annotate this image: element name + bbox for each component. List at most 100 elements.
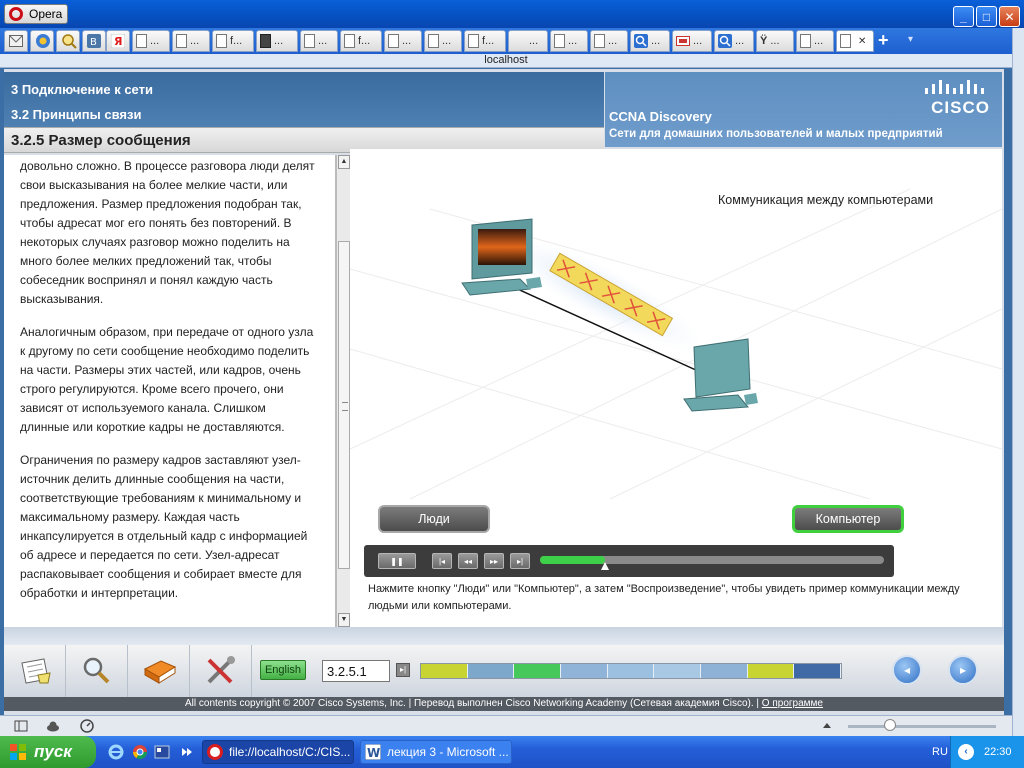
course-page: 3 Подключение к сети 3.2 Принципы связи … xyxy=(4,69,1004,715)
show-more-icon[interactable] xyxy=(178,744,194,760)
tab[interactable]: ... xyxy=(172,30,210,52)
tools-icon xyxy=(207,656,235,684)
start-button[interactable]: пуск xyxy=(0,736,96,768)
start-label: пуск xyxy=(34,742,72,761)
about-link[interactable]: О программе xyxy=(762,698,823,709)
tab-yandex[interactable]: Я xyxy=(106,30,130,52)
computer-receiver xyxy=(683,338,758,412)
scroll-down-arrow[interactable]: ▼ xyxy=(338,613,350,627)
tab[interactable]: ... xyxy=(256,30,298,52)
tab-active[interactable]: ✕ xyxy=(836,30,874,52)
tools-button[interactable] xyxy=(190,645,252,697)
opera-unite-status-icon[interactable] xyxy=(46,719,60,733)
text-scrollbar[interactable]: ▲ ▼ xyxy=(336,155,350,627)
tab-menu-button[interactable]: ▾ xyxy=(908,34,913,45)
rewind-to-start-button[interactable]: |◂ xyxy=(432,553,452,569)
tab[interactable]: ... xyxy=(132,30,170,52)
pause-button[interactable]: ❚❚ xyxy=(378,553,416,569)
close-tab-icon[interactable]: ✕ xyxy=(858,36,866,47)
turbo-speed-icon[interactable] xyxy=(80,719,94,733)
tab[interactable]: f... xyxy=(212,30,254,52)
tab[interactable]: ... xyxy=(714,30,754,52)
tab-mail[interactable] xyxy=(4,30,28,52)
tab-opera-unite[interactable] xyxy=(30,30,54,52)
tab-label: ... xyxy=(608,35,618,47)
copyright-footer: All contents copyright © 2007 Cisco Syst… xyxy=(4,697,1004,711)
glossary-button[interactable] xyxy=(4,645,66,697)
tab[interactable]: f... xyxy=(340,30,382,52)
page-icon xyxy=(344,34,355,48)
progress-segment[interactable] xyxy=(467,664,515,678)
people-button[interactable]: Люди xyxy=(378,505,490,533)
tab[interactable]: f... xyxy=(464,30,506,52)
course-progress-bar[interactable] xyxy=(420,663,842,679)
progress-segment[interactable] xyxy=(794,664,842,678)
page-number-input[interactable] xyxy=(322,660,390,682)
paragraph: Аналогичным образом, при передаче от одн… xyxy=(20,325,314,434)
zoom-slider-knob[interactable] xyxy=(884,719,896,731)
tab[interactable]: ... xyxy=(384,30,422,52)
progress-segment[interactable] xyxy=(421,664,468,678)
zoom-slider-track[interactable] xyxy=(848,725,996,728)
scroll-thumb[interactable] xyxy=(338,241,350,569)
playback-progress-track[interactable] xyxy=(540,556,884,570)
book-icon xyxy=(143,660,176,684)
progress-segment[interactable] xyxy=(607,664,655,678)
maximize-button[interactable]: □ xyxy=(976,6,997,27)
internet-explorer-icon[interactable] xyxy=(108,744,124,760)
course-header: 3 Подключение к сети 3.2 Принципы связи xyxy=(4,72,604,127)
close-window-button[interactable]: ✕ xyxy=(999,6,1020,27)
vk-icon: В xyxy=(87,34,101,48)
skip-to-end-button[interactable]: ▸| xyxy=(510,553,530,569)
tab-label: ... xyxy=(190,35,200,47)
chrome-icon[interactable] xyxy=(132,744,148,760)
tab-bar: В Я ... ... f... ... ... f... ... ... f.… xyxy=(0,28,1024,54)
chapter-title: 3 Подключение к сети xyxy=(11,82,153,97)
playback-progress-knob[interactable] xyxy=(601,562,610,570)
tab[interactable]: ... xyxy=(300,30,338,52)
taskbar-item-word[interactable]: W лекция 3 - Microsoft ... xyxy=(360,740,512,764)
progress-segment[interactable] xyxy=(561,664,608,678)
progress-segment[interactable] xyxy=(654,664,702,678)
minimize-button[interactable]: _ xyxy=(953,6,974,27)
tab-label: f... xyxy=(230,35,243,47)
paragraph: Ограничения по размеру кадров заставляют… xyxy=(20,453,308,600)
progress-segment[interactable] xyxy=(701,664,748,678)
tab[interactable]: ... xyxy=(672,30,712,52)
tab[interactable]: ... xyxy=(630,30,670,52)
playback-controls: ❚❚ |◂ ◂◂ ▸▸ ▸| xyxy=(364,545,894,577)
tab-label: ... xyxy=(318,35,328,47)
media-center-icon[interactable] xyxy=(154,744,170,760)
panel-toggle-icon[interactable] xyxy=(14,719,28,733)
zoom-menu-icon[interactable] xyxy=(820,719,834,733)
keyboard-language[interactable]: RU xyxy=(932,746,948,758)
tab[interactable]: ... xyxy=(508,30,548,52)
taskbar-item-opera[interactable]: file://localhost/C:/CIS... xyxy=(202,740,354,764)
scroll-up-arrow[interactable]: ▲ xyxy=(338,155,350,169)
tab[interactable]: ... xyxy=(550,30,588,52)
search-button[interactable] xyxy=(66,645,128,697)
go-to-page-button[interactable]: ▸| xyxy=(396,663,410,677)
progress-segment[interactable] xyxy=(514,664,562,678)
tab[interactable]: ... xyxy=(590,30,628,52)
progress-segment[interactable] xyxy=(747,664,795,678)
tab[interactable]: ... xyxy=(796,30,834,52)
tab-search[interactable] xyxy=(56,30,80,52)
computer-button[interactable]: Компьютер xyxy=(792,505,904,533)
text-panel[interactable]: довольно сложно. В процессе разговора лю… xyxy=(4,155,336,627)
opera-menu-button[interactable]: Opera xyxy=(4,4,68,24)
step-forward-button[interactable]: ▸▸ xyxy=(484,553,504,569)
previous-page-button[interactable]: ◂ xyxy=(892,655,922,685)
yandex-v-icon: Ÿ xyxy=(760,35,768,47)
tab[interactable]: Ÿ... xyxy=(756,30,794,52)
tray-expand-icon[interactable]: ‹ xyxy=(958,744,974,760)
opera-logo-icon xyxy=(9,7,23,21)
new-tab-button[interactable]: + xyxy=(878,30,889,51)
tab[interactable]: ... xyxy=(424,30,462,52)
page-icon xyxy=(554,34,565,48)
english-language-button[interactable]: English xyxy=(260,660,306,680)
book-button[interactable] xyxy=(128,645,190,697)
step-back-button[interactable]: ◂◂ xyxy=(458,553,478,569)
tab-vk[interactable]: В xyxy=(82,30,106,52)
next-page-button[interactable]: ▸ xyxy=(948,655,978,685)
